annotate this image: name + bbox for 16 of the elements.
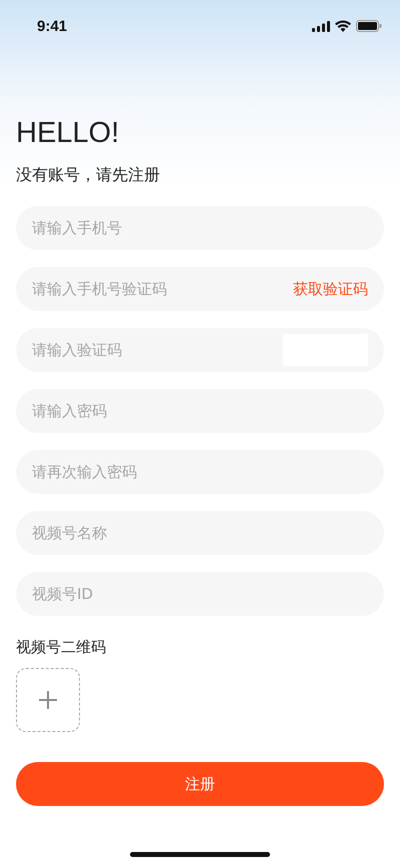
plus-icon <box>39 691 57 709</box>
input-field[interactable]: 请再次输入密码 <box>16 450 384 494</box>
wifi-icon <box>335 20 351 32</box>
qr-code-label: 视频号二维码 <box>16 637 106 657</box>
upload-button[interactable] <box>16 668 80 732</box>
battery-icon <box>356 20 382 32</box>
subtitle: 没有账号，请先注册 <box>16 164 160 186</box>
input-field[interactable]: 请输入密码 <box>16 389 384 433</box>
register-button[interactable]: 注册 <box>16 762 384 806</box>
greeting-title: HELLO! <box>16 117 120 149</box>
signal-icon <box>312 20 330 32</box>
status-time: 9:41 <box>37 18 68 34</box>
get-code-link[interactable]: 获取验证码 <box>293 279 368 299</box>
input-field[interactable]: 请输入手机号 <box>16 206 384 250</box>
input-field[interactable]: 视频号名称 <box>16 511 384 555</box>
input-field[interactable]: 视频号ID <box>16 572 384 616</box>
